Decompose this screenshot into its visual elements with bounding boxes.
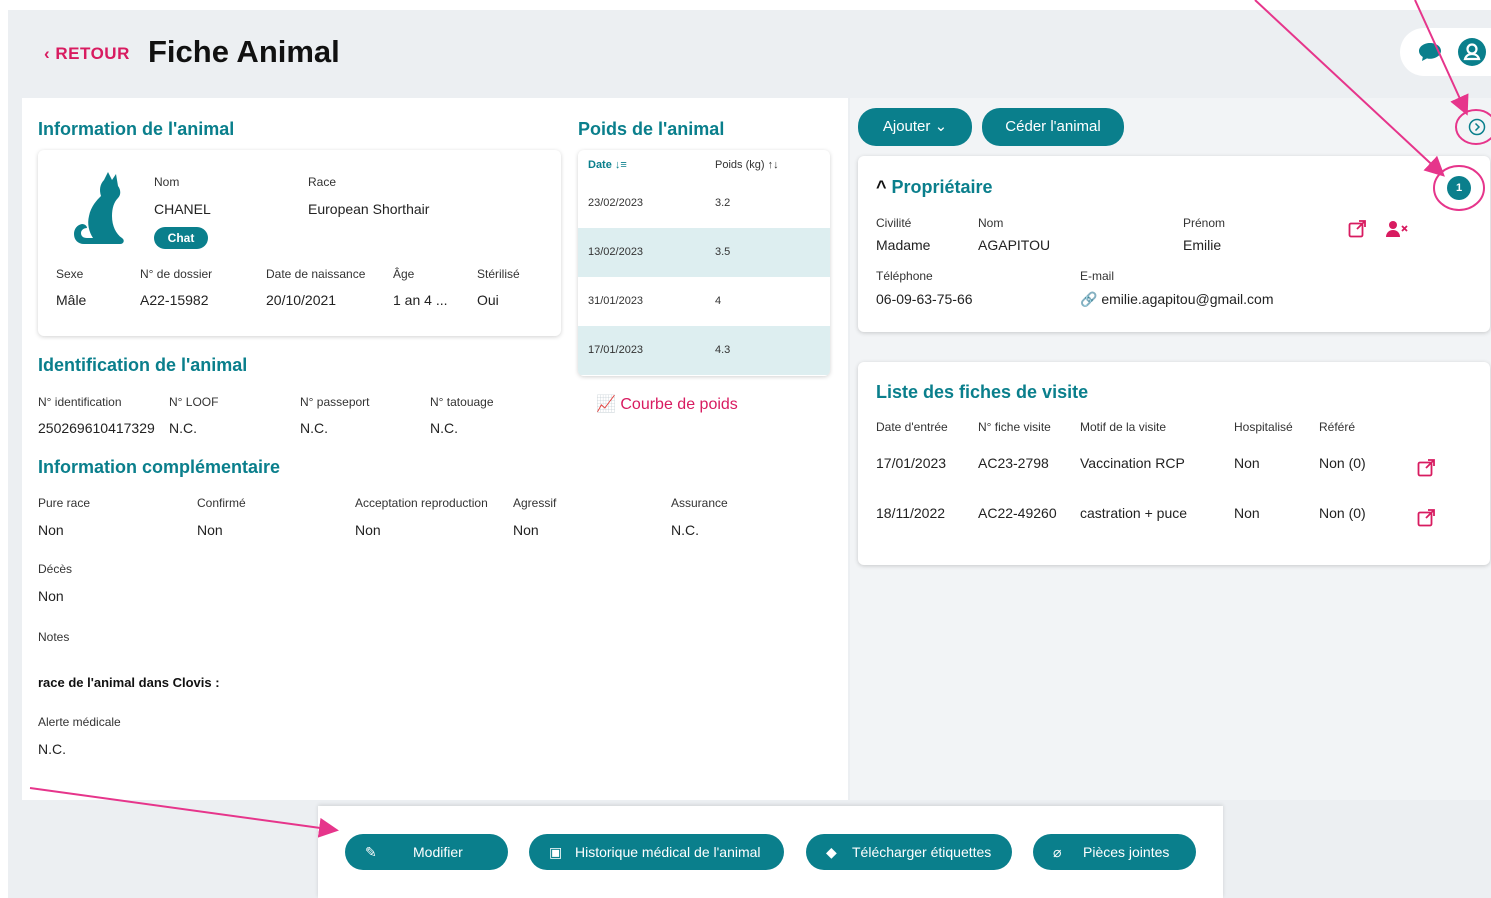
annotation-overlay (29, 0, 1491, 838)
